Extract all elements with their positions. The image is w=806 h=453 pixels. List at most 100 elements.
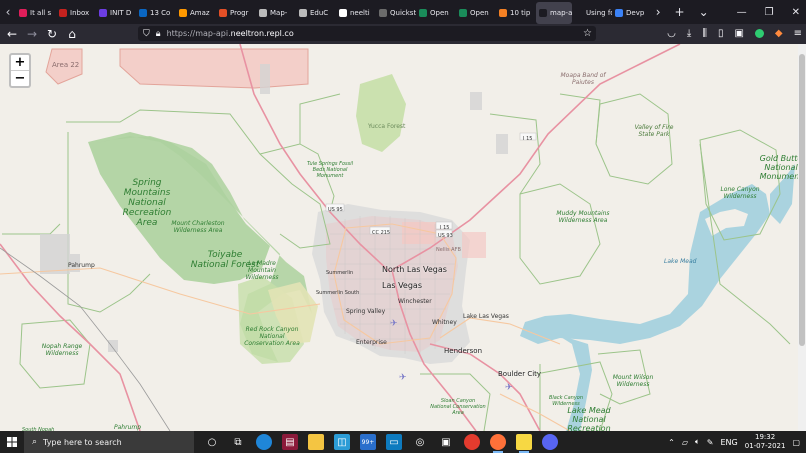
map-view[interactable]: ✈ ✈ ✈ Area 22 Yucca Forest Moapa Band of P… bbox=[0, 44, 806, 431]
browser-tab[interactable]: Progr bbox=[216, 2, 256, 24]
tab-label: Amaz bbox=[190, 8, 210, 17]
map-label-lv: Las Vegas bbox=[382, 281, 422, 290]
minimize-button[interactable]: — bbox=[737, 7, 747, 18]
tab-label: map-a bbox=[550, 8, 572, 17]
forward-button[interactable]: → bbox=[22, 24, 42, 44]
browser-tab[interactable]: 13 Co bbox=[136, 2, 176, 24]
volume-icon[interactable]: 🔈︎ bbox=[695, 437, 700, 447]
new-tab-button[interactable]: + bbox=[675, 5, 685, 19]
browser-tab[interactable]: map-a✕ bbox=[536, 1, 572, 24]
vlc-icon[interactable]: ▭ bbox=[386, 434, 402, 450]
map-label-mtcharleston: Mount Charleston Wilderness Area bbox=[171, 220, 225, 234]
extension-icon[interactable]: ▣ bbox=[734, 28, 743, 39]
browser-tab[interactable]: Quickstar bbox=[376, 2, 416, 24]
store-icon[interactable]: ▣ bbox=[438, 434, 454, 450]
browser-tab[interactable]: neelti bbox=[336, 2, 376, 24]
browser-tab[interactable]: Using fol bbox=[572, 2, 612, 24]
home-button[interactable]: ⌂ bbox=[62, 24, 82, 44]
map-label-yucca: Yucca Forest bbox=[368, 123, 406, 130]
bookmark-star-icon[interactable]: ☆ bbox=[583, 28, 592, 39]
pocket-icon[interactable]: ◡ bbox=[667, 28, 676, 39]
back-button[interactable]: ← bbox=[2, 24, 22, 44]
media-icon[interactable]: ◎ bbox=[412, 434, 428, 450]
taskbar-search-box[interactable]: ⌕ Type here to search bbox=[24, 431, 194, 453]
tab-scroll-right-icon[interactable]: › bbox=[656, 5, 661, 19]
map-label-henderson: Henderson bbox=[444, 347, 483, 355]
browser-tab[interactable]: EduC bbox=[296, 2, 336, 24]
fox-extension-icon[interactable]: ◆ bbox=[775, 28, 783, 39]
browser-tab[interactable]: Devp bbox=[612, 2, 652, 24]
cortana-icon[interactable]: ○ bbox=[204, 434, 220, 450]
map-label-pahrump2: Pahrump bbox=[114, 424, 142, 431]
tab-scroll-left-icon[interactable]: ‹ bbox=[0, 0, 16, 24]
map-label-us93: US 93 bbox=[438, 233, 453, 239]
sticky-notes-icon[interactable] bbox=[516, 434, 532, 453]
account-avatar-icon[interactable] bbox=[754, 29, 764, 38]
library-icon[interactable]: ⫼ bbox=[702, 28, 707, 39]
browser-tab[interactable]: INIT D bbox=[96, 2, 136, 24]
map-label-summerlinsouth: Summerlin South bbox=[316, 290, 360, 296]
browser-tab[interactable]: Amaz bbox=[176, 2, 216, 24]
file-explorer-icon[interactable] bbox=[308, 434, 324, 450]
zoom-out-button[interactable]: − bbox=[11, 70, 29, 86]
tab-label: It all s bbox=[30, 8, 52, 17]
network-icon[interactable]: ▱ bbox=[682, 438, 688, 447]
mail-icon[interactable]: 99+ bbox=[360, 434, 376, 450]
browser-tab[interactable]: Map- bbox=[256, 2, 296, 24]
tab-favicon-icon bbox=[299, 8, 307, 17]
winrar-icon[interactable]: ▤ bbox=[282, 434, 298, 450]
map-label-winchester: Winchester bbox=[398, 298, 432, 305]
chevron-up-icon[interactable]: ⌃ bbox=[668, 438, 675, 447]
downloads-icon[interactable]: ⤓ bbox=[687, 28, 691, 39]
browser-tab[interactable]: 10 tip bbox=[496, 2, 536, 24]
map-label-valleyfire: Valley of Fire State Park bbox=[634, 124, 674, 138]
browser-tab[interactable]: Open bbox=[416, 2, 456, 24]
chrome-icon[interactable] bbox=[464, 434, 480, 450]
scrollbar-thumb[interactable] bbox=[799, 54, 805, 346]
map-label-moapa: Moapa Band of Paiutes bbox=[560, 72, 606, 86]
clock-time: 19:32 bbox=[755, 433, 776, 441]
language-indicator[interactable]: ENG bbox=[721, 438, 738, 447]
start-button[interactable] bbox=[0, 431, 24, 453]
tab-label: Open bbox=[430, 8, 449, 17]
list-all-tabs-icon[interactable]: ⌄ bbox=[699, 5, 709, 19]
pen-icon[interactable]: ✎ bbox=[707, 438, 714, 447]
tab-label: Open bbox=[470, 8, 489, 17]
sidebar-icon[interactable]: ▯ bbox=[718, 28, 724, 39]
page-scrollbar[interactable] bbox=[798, 44, 806, 431]
reload-button[interactable]: ↻ bbox=[42, 24, 62, 44]
map-label-us95: US 95 bbox=[328, 207, 343, 213]
shield-icon[interactable]: ⛉ bbox=[143, 29, 150, 39]
clock[interactable]: 19:32 01-07-2021 bbox=[745, 433, 786, 451]
map-label-lonecanyon: Lone Canyon Wilderness bbox=[720, 186, 760, 200]
tab-favicon-icon bbox=[259, 8, 267, 17]
url-bar[interactable]: ⛉ 🔒︎ https://map-api.neeltron.repl.co ☆ bbox=[138, 26, 596, 41]
discord-icon[interactable] bbox=[542, 434, 558, 450]
browser-tab[interactable]: Open bbox=[456, 2, 496, 24]
zoom-control: + − bbox=[9, 53, 31, 88]
firefox-icon[interactable] bbox=[490, 434, 506, 453]
close-window-button[interactable]: ✕ bbox=[792, 7, 800, 18]
map-label-lamadre: La Madre Mountain Wilderness bbox=[245, 260, 279, 281]
map-label-cc215: CC 215 bbox=[372, 230, 391, 236]
map-canvas[interactable]: ✈ ✈ ✈ bbox=[0, 44, 806, 431]
edge-icon[interactable] bbox=[256, 434, 272, 450]
notification-icon[interactable]: ▢ bbox=[792, 438, 800, 447]
menu-icon[interactable]: ≡ bbox=[794, 28, 802, 39]
browser-tab[interactable]: Inbox bbox=[56, 2, 96, 24]
zoom-in-button[interactable]: + bbox=[11, 55, 29, 70]
snip-icon[interactable]: ◫ bbox=[334, 434, 350, 450]
tab-list: It all s Inbox INIT D 13 Co Amaz Progr Map- Edu… bbox=[16, 0, 652, 24]
lock-icon[interactable]: 🔒︎ bbox=[156, 29, 161, 39]
map-label-tule: Tule Springs Fossil Beds National Monume… bbox=[306, 161, 354, 179]
restore-button[interactable]: ❐ bbox=[765, 7, 774, 18]
map-label-lakelv: Lake Las Vegas bbox=[463, 313, 509, 320]
map-label-mtwilson: Mount Wilson Wilderness bbox=[612, 374, 654, 388]
svg-text:✈: ✈ bbox=[390, 319, 398, 329]
browser-tab[interactable]: It all s bbox=[16, 2, 56, 24]
tab-label: 13 Co bbox=[150, 8, 171, 17]
tab-label: INIT D bbox=[110, 8, 132, 17]
url-domain: neeltron.repl.co bbox=[230, 29, 294, 38]
tab-favicon-icon bbox=[575, 8, 583, 17]
task-view-icon[interactable]: ⧉ bbox=[230, 434, 246, 450]
